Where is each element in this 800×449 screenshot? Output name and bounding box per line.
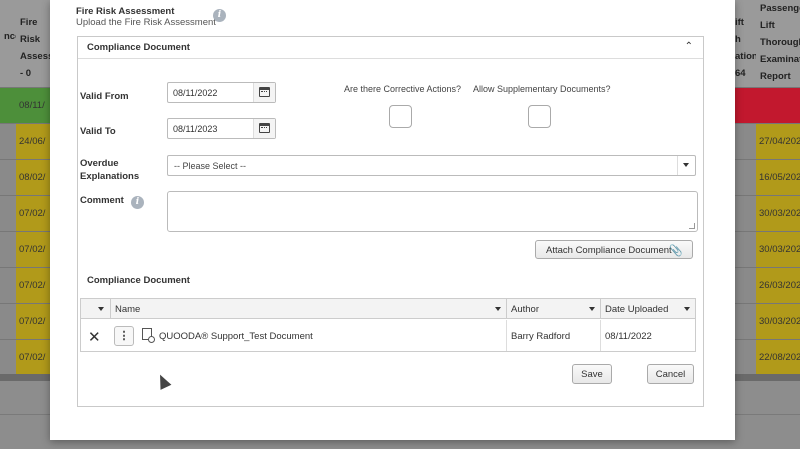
name-cell: ✕ ⋮ QUOODA® Support_Test Document: [81, 320, 507, 351]
document-name[interactable]: QUOODA® Support_Test Document: [159, 331, 313, 342]
bg-cell[interactable]: [756, 88, 800, 124]
documents-section-title: Compliance Document: [87, 275, 190, 286]
bg-cell[interactable]: 30/03/202: [756, 232, 800, 268]
attach-compliance-document-button[interactable]: Attach Compliance Document 📎: [535, 240, 693, 259]
table-row: ✕ ⋮ QUOODA® Support_Test Document Barry …: [81, 320, 695, 351]
calendar-icon: [259, 87, 270, 97]
overdue-explanations-select[interactable]: -- Please Select --: [167, 155, 696, 176]
bg-cell[interactable]: 07/02/: [16, 304, 50, 340]
close-icon[interactable]: ✕: [88, 328, 101, 346]
bg-cell[interactable]: 26/03/202: [756, 268, 800, 304]
corrective-actions-checkbox[interactable]: [389, 105, 412, 128]
bg-cell[interactable]: 24/06/: [16, 124, 50, 160]
panel-header[interactable]: Compliance Document ⌃: [78, 37, 703, 59]
overdue-explanations-label: Overdue Explanations: [80, 158, 140, 182]
compliance-document-panel: Compliance Document ⌃ Valid From 08/11/2…: [77, 36, 704, 407]
panel-title: Compliance Document: [87, 42, 190, 53]
bg-header-lift: ift h ation 64: [735, 17, 756, 79]
modal-subtitle: Upload the Fire Risk Assessment: [76, 17, 216, 28]
resize-handle-icon[interactable]: [689, 223, 695, 229]
calendar-button[interactable]: [253, 119, 275, 138]
info-icon[interactable]: i: [213, 9, 226, 22]
comment-info-icon[interactable]: i: [131, 196, 144, 209]
bg-cell[interactable]: 16/05/202: [756, 160, 800, 196]
bg-column-left-edge: [0, 88, 16, 376]
more-options-button[interactable]: ⋮: [114, 326, 134, 346]
comment-label: Comment: [80, 195, 124, 206]
bg-header-fire-risk: Fire Risk Assessm - 0: [20, 17, 52, 79]
chevron-down-icon: [684, 307, 690, 311]
bg-cell[interactable]: 07/02/: [16, 268, 50, 304]
bg-cell[interactable]: 07/02/: [16, 232, 50, 268]
valid-from-input[interactable]: 08/11/2022: [167, 82, 276, 103]
bg-cell[interactable]: 30/03/202: [756, 304, 800, 340]
valid-from-value: 08/11/2022: [173, 88, 218, 98]
date-uploaded-column-header[interactable]: Date Uploaded: [601, 299, 695, 319]
cancel-button[interactable]: Cancel: [647, 364, 694, 384]
bg-cell[interactable]: 07/02/: [16, 340, 50, 376]
bg-column-lift: [735, 88, 756, 376]
calendar-icon: [259, 123, 270, 133]
attach-button-label: Attach Compliance Document: [546, 245, 672, 256]
bg-cell[interactable]: 08/02/: [16, 160, 50, 196]
bg-header-left: nce: [4, 31, 16, 42]
documents-table: Name Author Date Uploaded ✕ ⋮ QUOODA® Su…: [80, 298, 696, 352]
paperclip-icon: 📎: [669, 245, 683, 257]
modal-title: Fire Risk Assessment: [76, 6, 175, 17]
bg-column-fire-risk: 08/11/ 24/06/ 08/02/ 07/02/ 07/02/ 07/02…: [16, 88, 50, 376]
author-column-header[interactable]: Author: [507, 299, 601, 319]
calendar-button[interactable]: [253, 83, 275, 102]
upload-modal: Fire Risk Assessment Upload the Fire Ris…: [50, 0, 735, 440]
overdue-select-value: -- Please Select --: [174, 161, 247, 171]
valid-from-label: Valid From: [80, 91, 129, 102]
chevron-down-icon: [589, 307, 595, 311]
supplementary-docs-label: Allow Supplementary Documents?: [473, 84, 611, 94]
chevron-up-icon[interactable]: ⌃: [685, 41, 693, 52]
table-header: Name Author Date Uploaded: [81, 299, 695, 319]
name-column-header[interactable]: Name: [111, 299, 507, 319]
bg-column-passenger-lift: 27/04/202 16/05/202 30/03/202 30/03/202 …: [756, 88, 800, 376]
valid-to-value: 08/11/2023: [173, 124, 218, 134]
save-button[interactable]: Save: [572, 364, 612, 384]
supplementary-docs-checkbox[interactable]: [528, 105, 551, 128]
bg-cell[interactable]: 08/11/: [16, 88, 50, 124]
comment-textarea[interactable]: [167, 191, 698, 232]
corrective-actions-label: Are there Corrective Actions?: [344, 84, 462, 94]
author-cell: Barry Radford: [507, 320, 601, 351]
select-column-header[interactable]: [81, 299, 111, 319]
bg-cell[interactable]: 27/04/202: [756, 124, 800, 160]
bg-cell[interactable]: 30/03/202: [756, 196, 800, 232]
valid-to-label: Valid To: [80, 126, 116, 137]
date-uploaded-cell: 08/11/2022: [605, 331, 652, 342]
bg-cell[interactable]: 22/08/202: [756, 340, 800, 376]
document-preview-icon[interactable]: [142, 328, 155, 343]
bg-header-passenger-lift: Passenge Lift Thorough Examinati Report …: [760, 3, 800, 82]
chevron-down-icon: [495, 307, 501, 311]
chevron-down-icon: [98, 307, 104, 311]
bg-cell[interactable]: 07/02/: [16, 196, 50, 232]
caret-down-icon: [683, 163, 689, 167]
valid-to-input[interactable]: 08/11/2023: [167, 118, 276, 139]
